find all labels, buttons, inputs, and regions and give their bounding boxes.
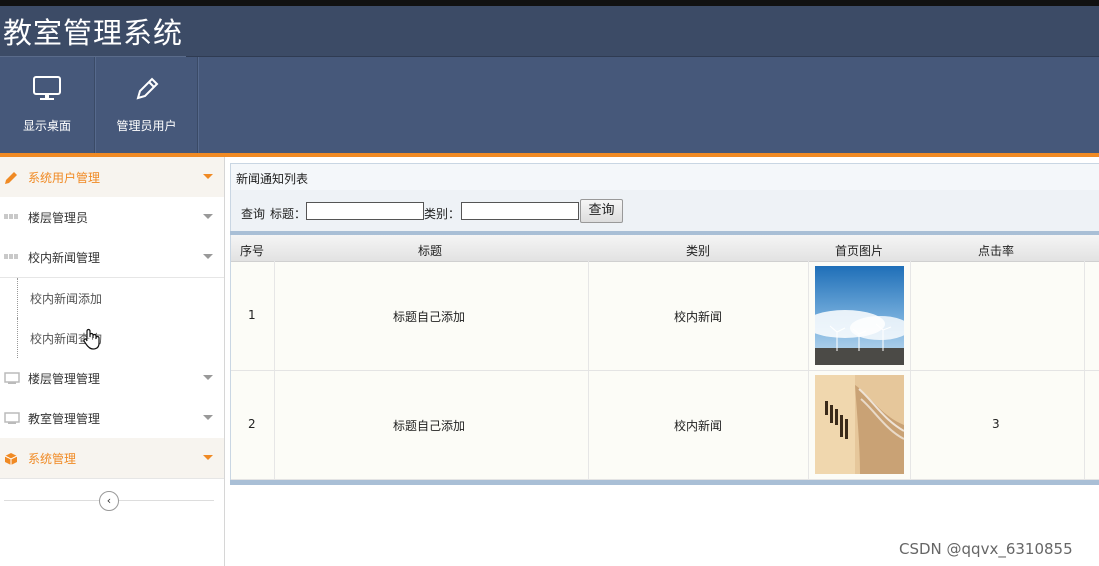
table-row[interactable]: 2 标题自己添加 校内新闻 3 bbox=[231, 371, 1099, 480]
table-row[interactable]: 1 标题自己添加 校内新闻 bbox=[231, 262, 1099, 371]
title-search-input[interactable] bbox=[306, 202, 424, 220]
grid-bottom-border bbox=[230, 480, 1099, 485]
cell-category: 校内新闻 bbox=[674, 419, 723, 433]
cell-clicks: 3 bbox=[992, 417, 1000, 431]
column-header-index: 序号 bbox=[240, 244, 265, 258]
screen-icon bbox=[4, 412, 20, 424]
box-icon bbox=[4, 452, 18, 465]
sidebar-subitem-news-query[interactable]: 校内新闻查询 bbox=[17, 318, 225, 358]
column-header-image: 首页图片 bbox=[835, 244, 884, 258]
column-header-category: 类别 bbox=[686, 244, 711, 258]
grid-icon bbox=[4, 211, 18, 223]
monitor-icon bbox=[32, 75, 62, 106]
chevron-down-icon bbox=[203, 174, 213, 179]
sidebar-item-label: 教室管理管理 bbox=[28, 412, 101, 426]
admin-user-button[interactable]: 管理员用户 bbox=[96, 57, 198, 153]
sidebar-item-label: 楼层管理管理 bbox=[28, 372, 101, 386]
sidebar-item-label: 系统用户管理 bbox=[28, 171, 101, 185]
column-header-title: 标题 bbox=[418, 244, 443, 258]
sidebar-subitem-label: 校内新闻添加 bbox=[30, 292, 103, 306]
app-header: 教室管理系统 bbox=[0, 6, 1099, 57]
sidebar-item-label: 系统管理 bbox=[28, 452, 77, 466]
collapse-sidebar-button[interactable]: ‹ bbox=[99, 491, 119, 511]
cell-index: 1 bbox=[248, 308, 256, 322]
sidebar: 系统用户管理 楼层管理员 校内新闻管理 校内新闻添加 校内新闻查询 楼层管理管理 bbox=[0, 157, 225, 566]
book-photo[interactable] bbox=[815, 375, 904, 474]
hand-cursor-icon bbox=[82, 328, 100, 353]
panel-title: 新闻通知列表 bbox=[236, 172, 309, 186]
sidebar-item-campus-news[interactable]: 校内新闻管理 bbox=[0, 237, 224, 278]
screen-icon bbox=[4, 372, 20, 384]
show-desktop-label: 显示桌面 bbox=[22, 119, 71, 133]
chevron-down-icon bbox=[203, 415, 213, 420]
chevron-down-icon bbox=[203, 455, 213, 460]
toolbar: 显示桌面 管理员用户 bbox=[0, 57, 1099, 153]
pencil-icon bbox=[4, 171, 18, 184]
panel-header: 新闻通知列表 bbox=[230, 163, 1099, 191]
cell-title: 标题自己添加 bbox=[393, 419, 466, 433]
title-field-label: 标题： bbox=[270, 207, 307, 221]
sidebar-subitem-news-add[interactable]: 校内新闻添加 bbox=[17, 278, 225, 318]
sidebar-item-label: 楼层管理员 bbox=[28, 211, 89, 225]
query-label: 查询 bbox=[241, 207, 266, 221]
category-search-input[interactable] bbox=[461, 202, 579, 220]
table-header: 序号 标题 类别 首页图片 点击率 bbox=[231, 235, 1099, 262]
chevron-down-icon bbox=[203, 214, 213, 219]
wind-turbine-photo[interactable] bbox=[815, 266, 904, 365]
sidebar-item-classroom-management[interactable]: 教室管理管理 bbox=[0, 398, 224, 439]
column-header-clicks: 点击率 bbox=[978, 244, 1015, 258]
chevron-down-icon bbox=[203, 254, 213, 259]
news-table: 序号 标题 类别 首页图片 点击率 1 标题自己添加 校内新闻 2 标题自己添加… bbox=[230, 235, 1099, 480]
sidebar-item-floor-management[interactable]: 楼层管理管理 bbox=[0, 358, 224, 399]
search-bar: 查询 标题： 类别： 查询 bbox=[230, 190, 1099, 232]
cell-index: 2 bbox=[248, 417, 256, 431]
cell-category: 校内新闻 bbox=[674, 310, 723, 324]
pencil-icon bbox=[133, 75, 161, 106]
app-title: 教室管理系统 bbox=[3, 16, 184, 50]
chevron-down-icon bbox=[203, 375, 213, 380]
show-desktop-button[interactable]: 显示桌面 bbox=[0, 57, 95, 153]
grid-icon bbox=[4, 251, 18, 263]
cell-title: 标题自己添加 bbox=[393, 310, 466, 324]
search-button[interactable]: 查询 bbox=[580, 199, 623, 223]
category-field-label: 类别： bbox=[424, 207, 461, 221]
main-content: 新闻通知列表 查询 标题： 类别： 查询 序号 标题 类别 首页图片 点击率 1… bbox=[230, 160, 1099, 566]
watermark: CSDN @qqvx_6310855 bbox=[899, 540, 1073, 558]
sidebar-item-floor-admins[interactable]: 楼层管理员 bbox=[0, 197, 224, 238]
admin-user-label: 管理员用户 bbox=[116, 119, 177, 133]
sidebar-item-system-users[interactable]: 系统用户管理 bbox=[0, 157, 224, 198]
sidebar-collapse-row: ‹ bbox=[0, 481, 224, 521]
sidebar-item-label: 校内新闻管理 bbox=[28, 251, 101, 265]
sidebar-item-system-management[interactable]: 系统管理 bbox=[0, 438, 224, 479]
